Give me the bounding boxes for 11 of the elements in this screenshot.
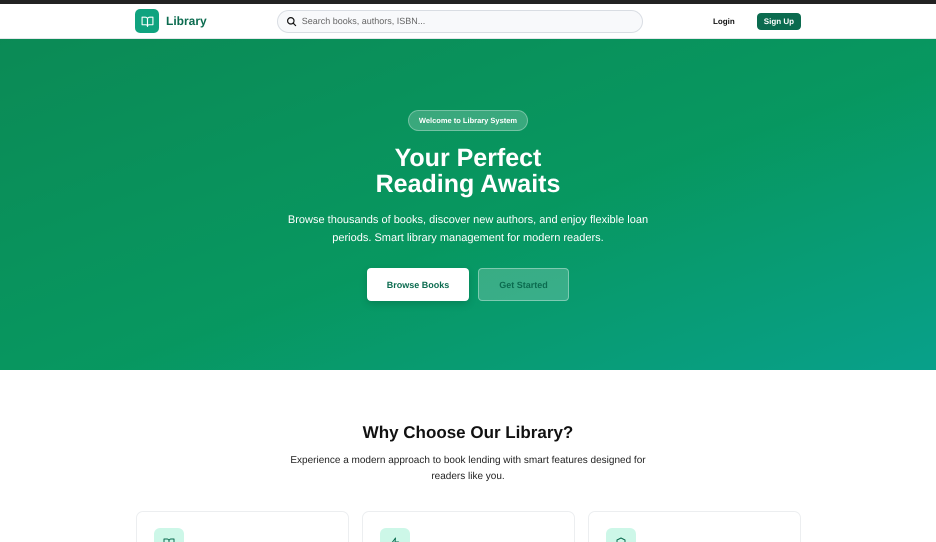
signup-button[interactable]: Sign Up (756, 12, 801, 30)
logo-icon[interactable] (135, 9, 159, 33)
hero-description: Browse thousands of books, discover new authors, and enjoy flexible loan periods. Smart library management for modern readers. (287, 213, 649, 246)
login-link[interactable]: Login (709, 14, 739, 28)
brand-name[interactable]: Library (166, 14, 207, 28)
search-icon (286, 16, 297, 26)
section-subtitle: Experience a modern approach to book lending with smart features designed for readers like you. (289, 454, 647, 484)
search-field[interactable]: Search books, authors, ISBN... (276, 10, 643, 32)
hero-title: Your Perfect Reading Awaits (376, 145, 560, 197)
browse-button[interactable]: Browse Books (367, 268, 469, 301)
section-title: Why Choose Our Library? (362, 423, 574, 443)
